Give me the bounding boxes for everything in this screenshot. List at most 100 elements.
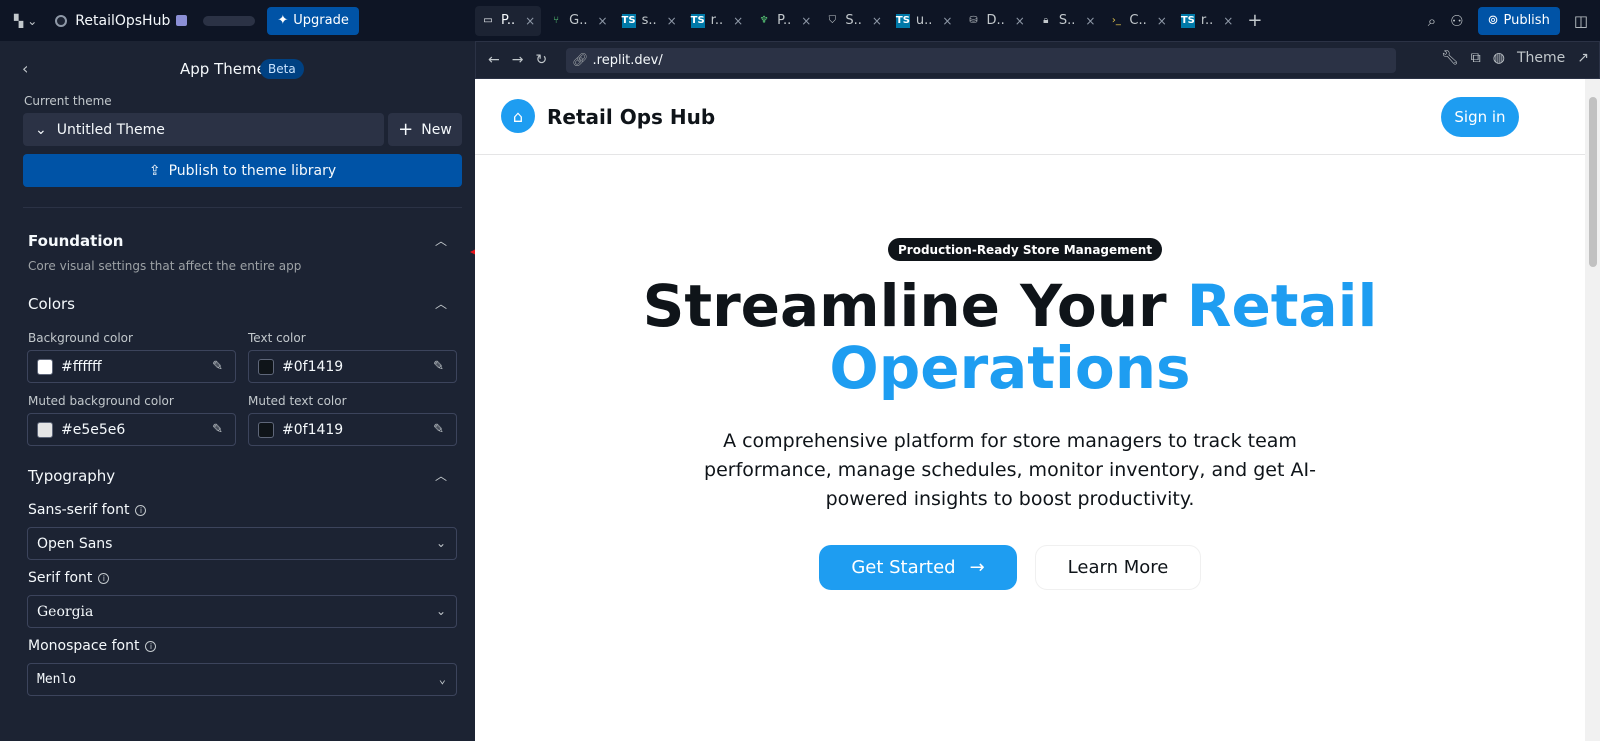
repl-logo-icon xyxy=(55,14,68,27)
chevron-up-icon[interactable]: ︿ xyxy=(435,467,447,484)
sign-in-button[interactable]: Sign in xyxy=(1441,97,1519,137)
top-bar-right: ⌕ ⚇ ⊚ Publish ◫ xyxy=(1428,6,1600,35)
chevron-down-icon: ⌄ xyxy=(435,536,446,550)
git-icon: ⑂ xyxy=(553,15,560,26)
sans-font-select[interactable]: Open Sans ⌄ xyxy=(27,527,457,560)
close-icon[interactable]: × xyxy=(801,14,811,28)
plus-icon: + xyxy=(398,119,414,140)
color-swatch[interactable] xyxy=(258,358,274,375)
eyedropper-icon[interactable]: ✎ xyxy=(433,422,444,437)
tab-preview[interactable]: ▭ P.. × xyxy=(475,5,542,36)
sidebar-title: App Theme xyxy=(180,60,266,78)
close-icon[interactable]: × xyxy=(942,14,952,28)
palette-icon[interactable]: ◍ xyxy=(1493,50,1505,66)
tab-file-r[interactable]: TS r.. × xyxy=(685,6,749,36)
scrollbar-thumb[interactable] xyxy=(1589,97,1597,267)
chevron-down-icon: ⌄ xyxy=(435,604,446,618)
muted-text-label: Muted text color xyxy=(248,394,347,408)
close-icon[interactable]: × xyxy=(1015,14,1025,28)
tab-file-s[interactable]: TS s.. × xyxy=(616,6,683,36)
color-swatch[interactable] xyxy=(258,421,274,438)
reload-icon[interactable]: ↻ xyxy=(535,52,547,68)
close-icon[interactable]: × xyxy=(525,14,535,28)
publish-button[interactable]: ⊚ Publish xyxy=(1477,6,1560,35)
divider xyxy=(23,207,462,208)
back-arrow-icon[interactable]: ← xyxy=(488,52,500,68)
tab-console[interactable]: ›_ C.. × xyxy=(1103,6,1172,36)
background-color-label: Background color xyxy=(28,331,133,345)
stop-icon[interactable] xyxy=(176,15,188,26)
text-color-label: Text color xyxy=(248,331,306,345)
top-bar: ▚ ⌄ RetailOpsHub ✦ Upgrade ▭ P.. × ⑂ G..… xyxy=(0,0,1600,41)
chevron-down-icon: ⌄ xyxy=(35,121,47,138)
color-swatch[interactable] xyxy=(37,421,53,438)
color-swatch[interactable] xyxy=(37,358,53,375)
eyedropper-icon[interactable]: ✎ xyxy=(212,422,223,437)
forward-arrow-icon[interactable]: → xyxy=(512,52,524,68)
invite-user-icon[interactable]: ⚇ xyxy=(1450,12,1463,30)
muted-bg-input[interactable]: #e5e5e6 ✎ xyxy=(27,413,236,446)
monitor-icon: ▭ xyxy=(483,15,493,26)
text-color-input[interactable]: #0f1419 ✎ xyxy=(248,350,457,383)
get-started-button[interactable]: Get Started → xyxy=(819,545,1017,590)
close-icon[interactable]: × xyxy=(598,14,608,28)
external-link-icon[interactable]: ↗ xyxy=(1577,50,1589,66)
wrench-icon[interactable]: 🔧︎ xyxy=(1441,50,1459,66)
info-icon[interactable]: i xyxy=(145,640,157,652)
close-icon[interactable]: × xyxy=(733,14,743,28)
close-icon[interactable]: × xyxy=(1223,14,1233,28)
tab-postgres[interactable]: ♆ P.. × xyxy=(751,6,817,36)
muted-bg-label: Muted background color xyxy=(28,394,174,408)
theme-button[interactable]: Theme xyxy=(1517,50,1565,66)
ts-file-icon: TS xyxy=(895,13,910,28)
muted-text-input[interactable]: #0f1419 ✎ xyxy=(248,413,457,446)
mono-font-label: Monospace font i xyxy=(28,638,157,654)
chevron-up-icon[interactable]: ︿ xyxy=(435,295,447,312)
upgrade-button[interactable]: ✦ Upgrade xyxy=(267,6,359,35)
url-bar: ← → ↻ 🔗︎ .replit.dev/ 🔧︎ ⧉ ◍ Theme ↗ xyxy=(475,41,1600,79)
foundation-description: Core visual settings that affect the ent… xyxy=(28,259,302,273)
sparkle-icon: ✦ xyxy=(277,13,289,28)
eyedropper-icon[interactable]: ✎ xyxy=(212,359,223,374)
devices-icon[interactable]: ⧉ xyxy=(1471,50,1481,66)
postgres-icon: ♆ xyxy=(759,15,769,26)
tab-database[interactable]: ⛁ D.. × xyxy=(960,6,1030,36)
chevron-up-icon[interactable]: ︿ xyxy=(435,232,447,249)
mono-font-select[interactable]: Menlo ⌄ xyxy=(27,663,457,696)
preview-pane: ← → ↻ 🔗︎ .replit.dev/ 🔧︎ ⧉ ◍ Theme ↗ ⌂ R… xyxy=(475,41,1600,741)
info-icon[interactable]: i xyxy=(135,504,147,516)
close-icon[interactable]: × xyxy=(872,14,882,28)
close-icon[interactable]: × xyxy=(667,14,677,28)
scrollbar[interactable] xyxy=(1585,79,1600,741)
ts-file-icon: TS xyxy=(690,13,705,28)
url-bar-tools: 🔧︎ ⧉ ◍ Theme ↗ xyxy=(1441,50,1589,66)
site-brand[interactable]: Retail Ops Hub xyxy=(547,105,715,129)
ts-file-icon: TS xyxy=(1180,13,1195,28)
tab-file-u[interactable]: TS u.. × xyxy=(890,6,959,36)
new-theme-button[interactable]: + New xyxy=(388,113,462,146)
eyedropper-icon[interactable]: ✎ xyxy=(433,359,444,374)
tab-secrets[interactable]: 🔒︎ S.. × xyxy=(1033,6,1102,36)
url-input[interactable]: 🔗︎ .replit.dev/ xyxy=(566,48,1396,73)
learn-more-button[interactable]: Learn More xyxy=(1035,545,1201,590)
hero-badge: Production-Ready Store Management xyxy=(888,238,1163,261)
theme-sidebar: ‹ App Theme Beta Current theme ⌄ Untitle… xyxy=(0,41,475,741)
repl-name-button[interactable]: RetailOpsHub xyxy=(55,13,170,29)
background-color-input[interactable]: #ffffff ✎ xyxy=(27,350,236,383)
tab-security[interactable]: ⛉ S.. × xyxy=(819,6,888,36)
hero-subtitle: A comprehensive platform for store manag… xyxy=(704,430,1316,510)
back-chevron-icon[interactable]: ‹ xyxy=(22,59,28,78)
console-icon: ›_ xyxy=(1111,15,1121,26)
layout-toggle-icon[interactable]: ◫ xyxy=(1574,12,1588,30)
serif-font-select[interactable]: Georgia ⌄ xyxy=(27,595,457,628)
tab-git[interactable]: ⑂ G.. × xyxy=(543,6,613,36)
search-icon[interactable]: ⌕ xyxy=(1428,12,1436,30)
theme-select[interactable]: ⌄ Untitled Theme xyxy=(23,113,384,146)
info-icon[interactable]: i xyxy=(98,572,110,584)
tab-file-r2[interactable]: TS r.. × xyxy=(1175,6,1239,36)
publish-library-button[interactable]: ⇪ Publish to theme library xyxy=(23,154,462,187)
new-tab-button[interactable]: + xyxy=(1241,6,1268,36)
workspace-menu[interactable]: ▚ ⌄ xyxy=(14,14,37,28)
close-icon[interactable]: × xyxy=(1085,14,1095,28)
close-icon[interactable]: × xyxy=(1157,14,1167,28)
